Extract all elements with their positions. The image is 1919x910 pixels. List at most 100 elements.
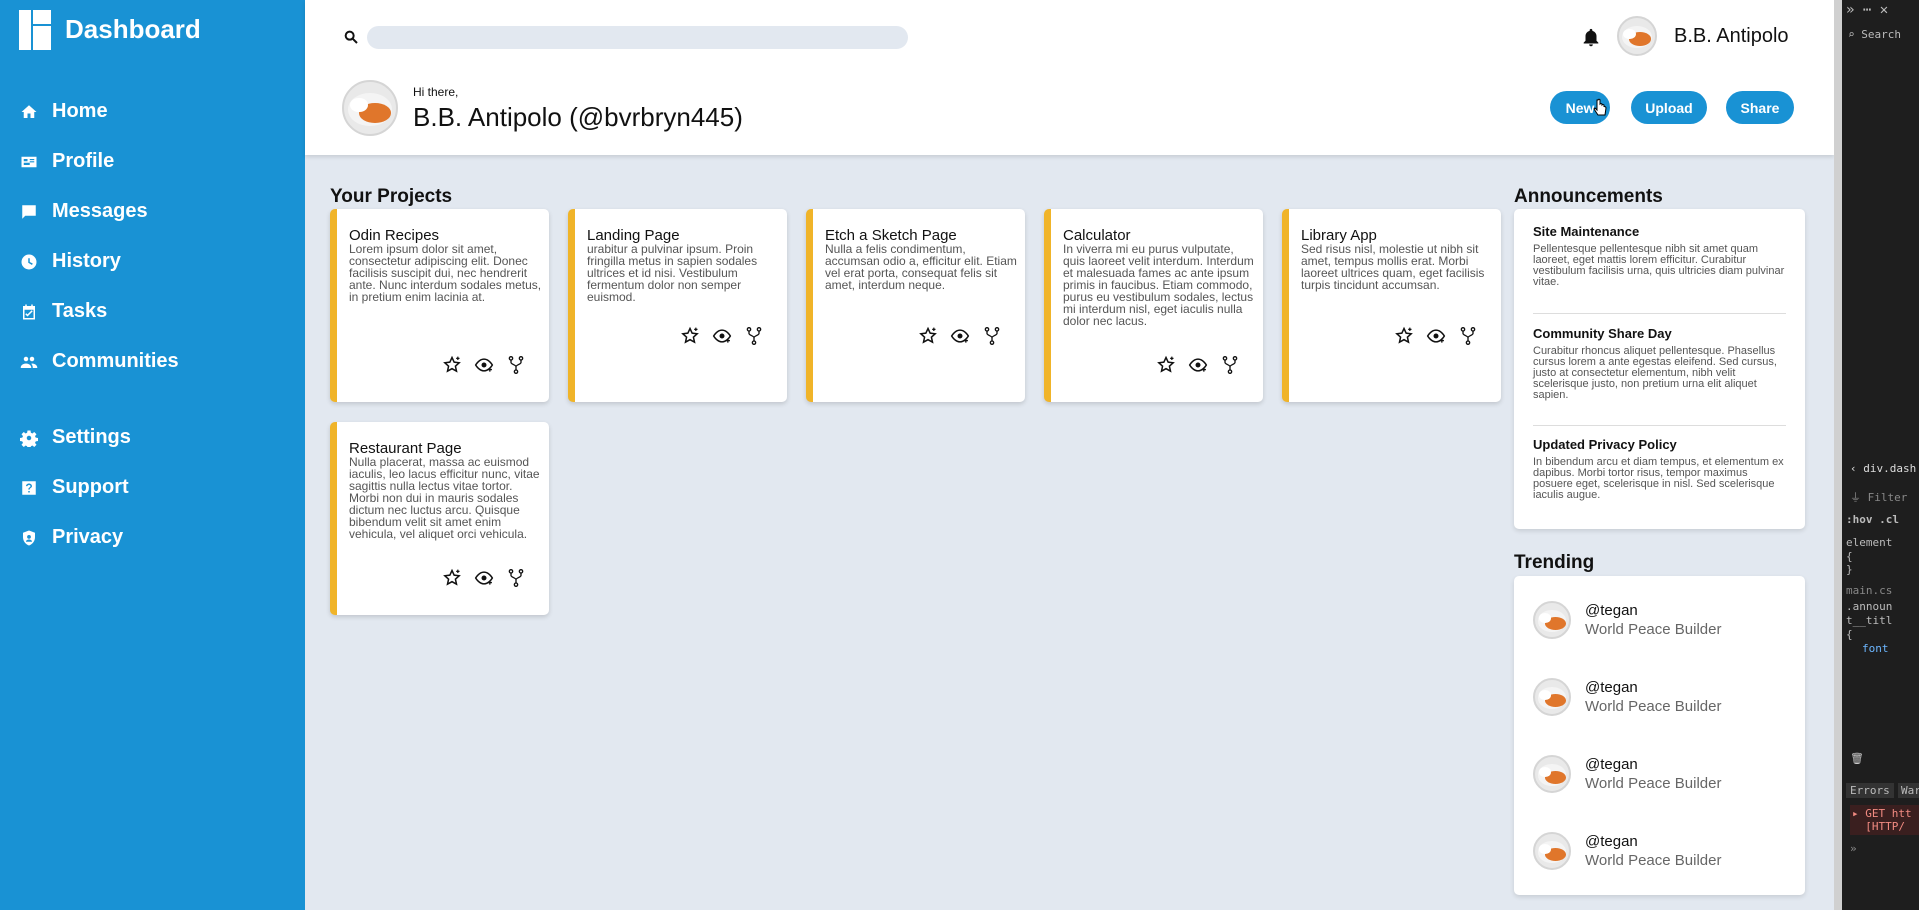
watch-icon[interactable] — [1426, 326, 1446, 346]
project-description: Sed risus nisl, molestie ut nibh sit ame… — [1301, 242, 1485, 292]
devtools-warnings-tab[interactable]: War — [1898, 783, 1919, 798]
id-card-icon — [21, 156, 37, 167]
fork-icon[interactable] — [744, 326, 764, 346]
devtools-error-line[interactable]: ▸ GET htt [HTTP/ — [1850, 805, 1919, 835]
calendar-check-icon — [23, 304, 35, 319]
devtools-prop: font — [1862, 642, 1889, 655]
devtools-error-status: [HTTP/ — [1865, 820, 1905, 833]
sidebar-item-label: Support — [52, 476, 129, 498]
help-icon — [22, 480, 36, 495]
trending-subtitle: World Peace Builder — [1585, 698, 1722, 715]
watch-icon[interactable] — [474, 568, 494, 588]
user-handle: B.B. Antipolo (@bvrbryn445) — [413, 102, 743, 132]
announcement-title: Updated Privacy Policy — [1533, 437, 1677, 452]
devtools-filter-label: Filter — [1867, 491, 1908, 504]
header-username[interactable]: B.B. Antipolo — [1674, 25, 1789, 48]
trending-avatar — [1533, 678, 1571, 716]
trending-handle: @tegan — [1585, 679, 1638, 696]
sidebar-item-home[interactable]: Home — [20, 100, 108, 123]
star-icon[interactable] — [680, 326, 700, 346]
sidebar-item-label: History — [52, 250, 121, 272]
star-icon[interactable] — [442, 355, 462, 375]
trending-item[interactable]: @tegan World Peace Builder — [1533, 832, 1721, 870]
announcement-text: In bibendum arcu et diam tempus, et elem… — [1533, 456, 1784, 501]
sidebar-item-label: Home — [52, 100, 108, 122]
announcements-section-title: Announcements — [1514, 186, 1663, 207]
project-actions — [918, 326, 1002, 346]
trending-subtitle: World Peace Builder — [1585, 852, 1722, 869]
devtools-rule: .announ t__titl — [1846, 600, 1893, 627]
project-card[interactable]: Restaurant Page Nulla placerat, massa ac… — [330, 422, 549, 615]
star-icon[interactable] — [918, 326, 938, 346]
project-card[interactable]: Library App Sed risus nisl, molestie ut … — [1282, 209, 1501, 402]
project-card[interactable]: Landing Page urabitur a pulvinar ipsum. … — [568, 209, 787, 402]
projects-section-title: Your Projects — [330, 186, 453, 207]
search-input[interactable] — [367, 26, 908, 49]
trending-item[interactable]: @tegan World Peace Builder — [1533, 678, 1721, 716]
watch-icon[interactable] — [1188, 355, 1208, 375]
header-avatar[interactable] — [1617, 16, 1657, 56]
devtools-filter[interactable]: ⏚ Filter — [1850, 489, 1907, 505]
announcement-title: Site Maintenance — [1533, 224, 1640, 239]
bell-icon[interactable] — [1580, 27, 1602, 49]
project-description: urabitur a pulvinar ipsum. Proin fringil… — [587, 242, 758, 304]
announcement-item[interactable]: Site Maintenance Pellentesque pellentesq… — [1533, 224, 1786, 288]
profile-avatar — [342, 80, 398, 136]
devtools-brace-open: { — [1846, 628, 1853, 641]
star-icon[interactable] — [442, 568, 462, 588]
search-icon[interactable] — [343, 29, 359, 45]
devtools-hov[interactable]: :hov .cl — [1846, 513, 1899, 526]
trending-item[interactable]: @tegan World Peace Builder — [1533, 755, 1721, 793]
fork-icon[interactable] — [1458, 326, 1478, 346]
fork-icon[interactable] — [1220, 355, 1240, 375]
star-icon[interactable] — [1156, 355, 1176, 375]
watch-icon[interactable] — [950, 326, 970, 346]
sidebar-item-history[interactable]: History — [20, 250, 121, 273]
devtools-trash-icon[interactable]: 🗑 — [1850, 752, 1864, 765]
devtools-search-label: Search — [1861, 28, 1901, 41]
fork-icon[interactable] — [982, 326, 1002, 346]
sidebar-item-privacy[interactable]: Privacy — [20, 526, 123, 549]
devtools-errors-tab[interactable]: Errors — [1846, 783, 1894, 798]
announcement-item[interactable]: Community Share Day Curabitur rhoncus al… — [1533, 326, 1786, 401]
sidebar-item-tasks[interactable]: Tasks — [20, 300, 107, 323]
share-button[interactable]: Share — [1726, 91, 1794, 124]
project-description: Nulla placerat, massa ac euismod iaculis… — [349, 455, 540, 541]
sidebar-item-settings[interactable]: Settings — [20, 426, 131, 449]
watch-icon[interactable] — [712, 326, 732, 346]
fork-icon[interactable] — [506, 568, 526, 588]
devtools-console-prompt[interactable]: » — [1850, 842, 1857, 855]
sidebar-item-label: Messages — [52, 200, 148, 222]
fork-icon[interactable] — [506, 355, 526, 375]
devtools-search[interactable]: ⌕ Search — [1848, 28, 1901, 41]
project-actions — [442, 568, 526, 588]
watch-icon[interactable] — [474, 355, 494, 375]
divider — [1533, 425, 1786, 426]
star-icon[interactable] — [1394, 326, 1414, 346]
project-card[interactable]: Etch a Sketch Page Nulla a felis condime… — [806, 209, 1025, 402]
sidebar-item-support[interactable]: Support — [20, 476, 129, 499]
clock-icon — [21, 254, 37, 269]
trending-avatar — [1533, 832, 1571, 870]
sidebar-item-communities[interactable]: Communities — [20, 350, 179, 373]
trending-handle: @tegan — [1585, 602, 1638, 619]
trending-item[interactable]: @tegan World Peace Builder — [1533, 601, 1721, 639]
brand[interactable]: Dashboard — [19, 10, 201, 50]
project-card[interactable]: Odin Recipes Lorem ipsum dolor sit amet,… — [330, 209, 549, 402]
announcements-panel: Site Maintenance Pellentesque pellentesq… — [1514, 209, 1805, 529]
sidebar-item-label: Privacy — [52, 526, 124, 548]
devtools-toolbar-icons[interactable]: » ⋯ ✕ — [1846, 2, 1888, 18]
announcement-item[interactable]: Updated Privacy Policy In bibendum arcu … — [1533, 437, 1786, 501]
sidebar-item-profile[interactable]: Profile — [20, 150, 114, 173]
dashboard-logo-icon — [19, 10, 51, 50]
upload-button[interactable]: Upload — [1631, 91, 1707, 124]
sidebar-item-messages[interactable]: Messages — [20, 200, 148, 223]
trending-handle: @tegan — [1585, 756, 1638, 773]
project-actions — [680, 326, 764, 346]
home-icon — [21, 104, 37, 118]
people-icon — [20, 356, 38, 368]
project-card[interactable]: Calculator In viverra mi eu purus vulput… — [1044, 209, 1263, 402]
devtools-breadcrumb[interactable]: ‹ div.dash — [1850, 462, 1916, 475]
devtools-file[interactable]: main.cs — [1846, 584, 1892, 597]
brand-title: Dashboard — [65, 13, 201, 44]
